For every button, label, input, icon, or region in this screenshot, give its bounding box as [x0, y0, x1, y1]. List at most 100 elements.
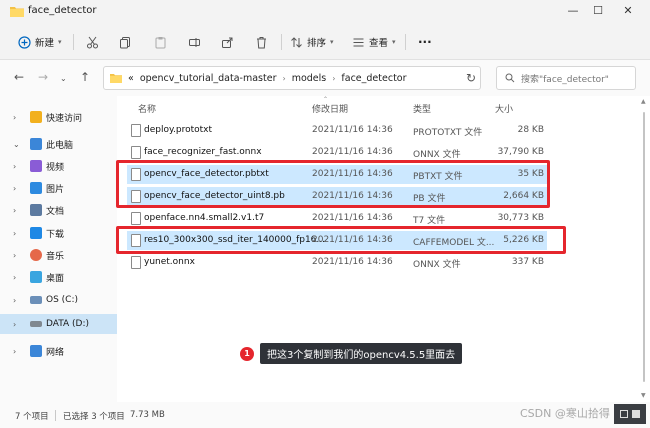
copy-button[interactable] [119, 33, 132, 51]
sidebar-item-label: 音乐 [46, 251, 65, 262]
sidebar-item-pictures[interactable]: › 图片 [0, 178, 117, 198]
file-row[interactable]: deploy.prototxt 2021/11/16 14:36 PROTOTX… [127, 121, 547, 140]
file-name: openface.nn4.small2.v1.t7 [144, 213, 265, 223]
maximize-button[interactable]: ☐ [581, 0, 615, 24]
vertical-scrollbar[interactable]: ▲ ▼ [640, 96, 648, 402]
refresh-button[interactable]: ↻ [466, 71, 476, 85]
refresh-icon: ↻ [466, 71, 477, 85]
document-icon [30, 204, 42, 216]
watermark: CSDN @寒山拾得 [520, 407, 610, 420]
sidebar-item-data-d[interactable]: › DATA (D:) [0, 314, 117, 334]
sidebar-item-network[interactable]: › 网络 [0, 341, 117, 361]
rename-button[interactable] [188, 33, 201, 51]
arrow-left-icon: ← [14, 70, 25, 84]
share-button[interactable] [221, 33, 234, 51]
delete-button[interactable] [255, 33, 268, 51]
new-button[interactable]: 新建 ▾ [18, 33, 62, 51]
chevron-down-icon: ▾ [58, 38, 62, 46]
breadcrumb-1[interactable]: models [292, 73, 327, 84]
forward-button[interactable]: → [38, 71, 48, 83]
chevron-right-icon[interactable]: › [13, 347, 16, 356]
more-icon: ··· [418, 35, 432, 49]
file-row[interactable]: yunet.onnx 2021/11/16 14:36 ONNX 文件 337 … [127, 253, 547, 272]
sidebar-item-videos[interactable]: › 视频 [0, 156, 117, 176]
sidebar-item-documents[interactable]: › 文档 [0, 200, 117, 220]
file-type: ONNX 文件 [413, 150, 461, 160]
sort-label: 排序 [307, 38, 327, 49]
file-name: deploy.prototxt [144, 125, 213, 135]
chevron-right-icon[interactable]: › [13, 320, 16, 329]
share-icon [222, 37, 233, 48]
file-name: yunet.onnx [144, 257, 195, 267]
search-input[interactable]: 搜索"face_detector" [521, 72, 609, 85]
file-size: 337 KB [511, 257, 544, 267]
column-header-date[interactable]: 修改日期 [312, 102, 348, 115]
annotation-number: 1 [240, 346, 254, 361]
view-toggle[interactable] [614, 404, 646, 424]
chevron-down-icon: ▾ [392, 38, 396, 46]
sidebar-item-this-pc[interactable]: ⌄ 此电脑 [0, 134, 117, 154]
highlight-box [116, 226, 566, 254]
file-icon [131, 124, 141, 137]
address-overflow[interactable]: « [128, 73, 134, 84]
recent-locations-button[interactable]: ⌄ [60, 73, 67, 85]
chevron-right-icon[interactable]: › [13, 113, 16, 122]
chevron-right-icon[interactable]: › [13, 251, 16, 260]
more-button[interactable]: ··· [418, 33, 432, 51]
sidebar-item-quick-access[interactable]: › 快速访问 [0, 107, 117, 127]
sidebar-item-label: 快速访问 [46, 113, 83, 124]
title-bar: face_detector — ☐ ✕ [0, 0, 650, 24]
file-type: PROTOTXT 文件 [413, 128, 483, 138]
chevron-right-icon[interactable]: › [13, 206, 16, 215]
file-icon [131, 146, 141, 159]
network-icon [30, 345, 42, 357]
view-label: 查看 [369, 38, 389, 49]
breadcrumb-0[interactable]: opencv_tutorial_data-master [140, 73, 277, 84]
drive-icon [30, 321, 42, 327]
file-date: 2021/11/16 14:36 [312, 213, 393, 223]
sidebar-item-label: 下载 [46, 229, 65, 240]
breadcrumb-2[interactable]: face_detector [341, 73, 406, 84]
up-button[interactable]: ↑ [80, 71, 90, 83]
chevron-right-icon[interactable]: › [13, 273, 16, 282]
scroll-down-icon[interactable]: ▼ [641, 392, 646, 399]
folder-icon [110, 74, 122, 83]
sidebar-item-desktop[interactable]: › 桌面 [0, 267, 117, 287]
chevron-down-icon: ▾ [330, 38, 334, 46]
column-header-type[interactable]: 类型 [413, 102, 431, 115]
chevron-down-icon[interactable]: ⌄ [13, 140, 20, 149]
paste-icon [155, 36, 166, 48]
file-icon [131, 256, 141, 269]
view-icon [353, 38, 364, 46]
sidebar-item-music[interactable]: › 音乐 [0, 245, 117, 265]
file-date: 2021/11/16 14:36 [312, 257, 393, 267]
divider [73, 34, 74, 50]
address-bar[interactable]: « opencv_tutorial_data-master › models ›… [103, 66, 481, 90]
scrollbar-thumb[interactable] [643, 112, 645, 382]
file-size: 30,773 KB [497, 213, 544, 223]
close-button[interactable]: ✕ [611, 0, 645, 24]
sidebar-item-label: DATA (D:) [46, 319, 90, 329]
chevron-right-icon[interactable]: › [13, 162, 16, 171]
paste-button[interactable] [154, 33, 167, 51]
column-header-name[interactable]: 名称 [138, 102, 156, 115]
sort-icon [291, 36, 302, 48]
column-header-size[interactable]: 大小 [495, 102, 513, 115]
chevron-right-icon[interactable]: › [13, 229, 16, 238]
sort-button[interactable]: 排序 ▾ [290, 33, 334, 51]
chevron-right-icon[interactable]: › [13, 296, 16, 305]
tiles-view-icon[interactable] [632, 410, 640, 418]
sidebar-item-downloads[interactable]: › 下载 [0, 223, 117, 243]
trash-icon [257, 36, 266, 48]
chevron-right-icon[interactable]: › [13, 184, 16, 193]
scroll-up-icon[interactable]: ▲ [641, 98, 646, 105]
search-box[interactable]: 搜索"face_detector" [496, 66, 636, 90]
file-type: ONNX 文件 [413, 260, 461, 270]
cut-button[interactable] [86, 33, 99, 51]
sidebar-item-label: OS (C:) [46, 295, 78, 305]
file-name: face_recognizer_fast.onnx [144, 147, 262, 157]
sidebar-item-os-c[interactable]: › OS (C:) [0, 290, 117, 310]
view-button[interactable]: 查看 ▾ [352, 33, 396, 51]
back-button[interactable]: ← [14, 71, 24, 83]
details-view-icon[interactable] [620, 410, 628, 418]
